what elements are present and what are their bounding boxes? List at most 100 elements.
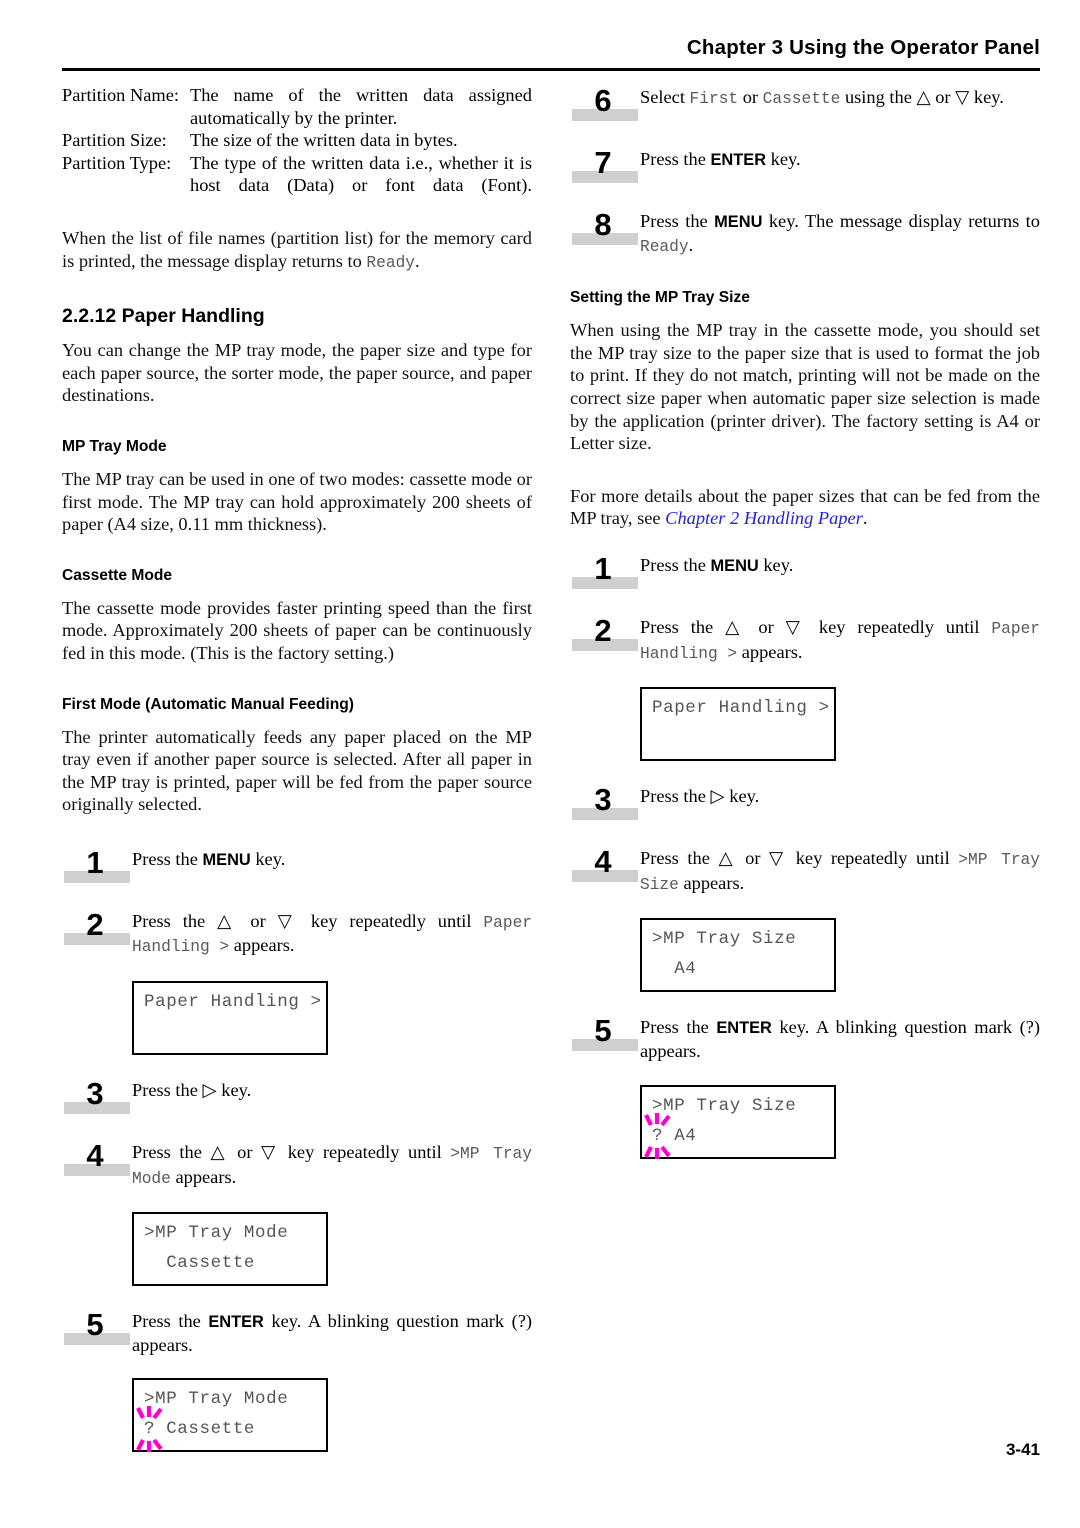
page-header: Chapter 3 Using the Operator Panel [62,36,1040,60]
step-text-b: key. [766,149,801,169]
step-text-c: appears. [737,641,803,662]
definition-row: Partition Name: The name of the written … [62,84,532,129]
lcd-line-2: A4 [652,959,697,980]
subheading-mp-tray-size: Setting the MP Tray Size [570,289,750,307]
step-item: 1 Press the MENU key. [570,550,1040,592]
step-text-or: or [736,848,770,869]
step-number: 5 [86,1307,104,1343]
definition-term: Partition Name: [62,85,179,105]
step-text: Press the ENTER key. [640,146,1040,186]
chapter-2-link[interactable]: Chapter 2 Handling Paper [665,508,863,528]
definition-term: Partition Type: [62,152,172,173]
step-text: Press the △ or ▽ key repeatedly until Pa… [640,614,1040,665]
step-text-a: Press the [132,848,203,869]
step-item: 3 Press the ▷ key. [570,782,1040,823]
lcd-line-1: >MP Tray Mode [144,1389,289,1410]
left-column: Partition Name: The name of the written … [62,84,532,1453]
lcd-line-1: >MP Tray Size [652,1095,797,1116]
triangle-down-icon: ▽ [785,616,808,637]
step-item: 3 Press the ▷ key. [62,1076,532,1117]
step-text-b: or [738,87,763,107]
step-text-c: appears. [229,935,295,956]
step-text-a: Press the [640,211,715,231]
partition-list-note: When the list of file names (partition l… [62,227,532,274]
step-text-a: Press the [640,149,711,169]
step-item: 5 Press the ENTER key. A blinking questi… [570,1013,1040,1062]
partition-definition-list: Partition Name: The name of the written … [62,84,532,197]
step-item: 4 Press the △ or ▽ key repeatedly until … [62,1138,532,1190]
triangle-up-icon: △ [718,848,737,869]
lcd-line-2: Cassette [144,1253,256,1274]
option-token-cassette: Cassette [762,90,841,108]
step-number-badge: 2 [62,907,132,948]
step-text-or: or [238,910,278,931]
step-item: 5 Press the ENTER key. A blinking questi… [62,1307,532,1356]
step-text-a: Press the [132,1142,211,1163]
section-intro-paragraph: You can change the MP tray mode, the pap… [62,340,532,406]
step-text-c: appears. [170,1166,237,1187]
definition-term: Partition Size: [62,130,167,151]
step-text-b: key. [216,1080,252,1101]
key-label: ENTER [208,1313,264,1332]
step-number: 5 [594,1013,612,1049]
step-text: Press the △ or ▽ key repeatedly until >M… [640,845,1040,896]
step-number: 4 [594,844,612,880]
triangle-up-icon: △ [217,910,239,931]
step-number-badge: 4 [62,1138,132,1179]
step-text-b: key. [758,554,794,575]
step-item: 2 Press the △ or ▽ key repeatedly until … [62,907,532,959]
lcd-line-1: >MP Tray Size [652,929,797,950]
step-text-b: key. The message display returns to [762,211,1040,231]
lcd-line-1: >MP Tray Mode [144,1223,289,1244]
step-text-b: key repeatedly until [787,848,959,869]
details-paragraph: For more details about the paper sizes t… [570,485,1040,530]
key-label: MENU [714,213,763,231]
step-text: Press the MENU key. [132,846,532,886]
mp-tray-size-paragraph: When using the MP tray in the cassette m… [570,320,1040,454]
key-label: ENTER [710,151,767,169]
step-number: 1 [594,550,612,586]
step-text-a: Press the [640,1017,717,1038]
lcd-display: Paper Handling > [640,687,836,762]
note-ready-token: Ready [366,253,415,272]
right-column: 6 Select First or Cassette using the △ o… [570,83,1040,1159]
step-number-badge: 2 [570,613,640,654]
triangle-up-icon: △ [916,87,931,107]
step-text: Press the MENU key. The message display … [640,208,1040,258]
step-number-badge: 3 [62,1076,132,1117]
lcd-line-2: ? A4 [652,1125,697,1146]
key-label: MENU [710,556,759,575]
lcd-display: Paper Handling > [132,981,328,1056]
lcd-display-blinking: >MP Tray Size ? A4 [640,1084,836,1159]
step-text-d: key. [969,87,1004,107]
step-number-badge: 1 [570,550,640,592]
step-text-a: Press the [640,786,711,807]
step-number-badge: 7 [570,145,640,186]
step-item: 8 Press the MENU key. The message displa… [570,207,1040,258]
page-footer: 3-41 [62,1440,1040,1460]
step-text: Press the △ or ▽ key repeatedly until Pa… [132,908,532,959]
step-text-c: using the [840,87,917,107]
step-text: Press the MENU key. [640,552,1040,592]
step-text: Press the ▷ key. [640,783,1040,823]
note-text-c: . [415,250,420,271]
